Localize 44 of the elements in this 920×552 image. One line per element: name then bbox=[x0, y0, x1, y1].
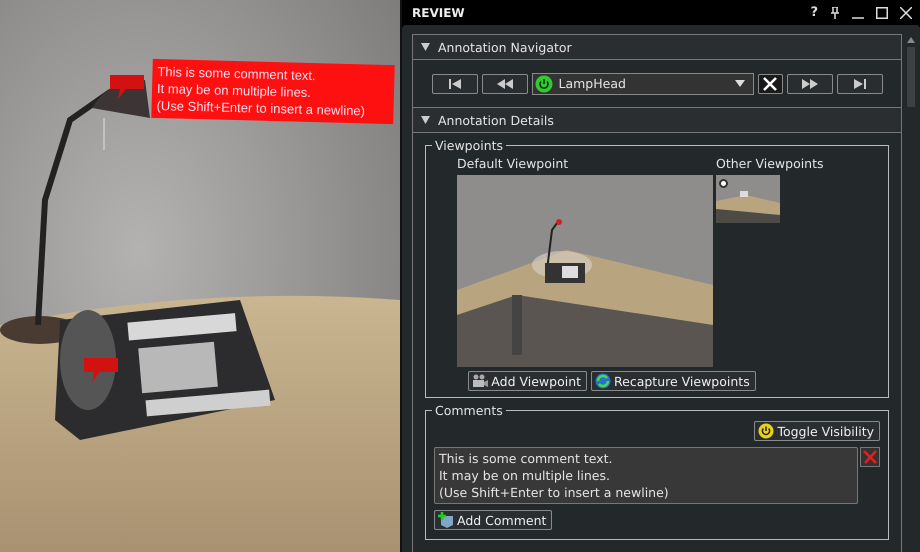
scrollbar-thumb[interactable] bbox=[907, 47, 915, 107]
first-button[interactable] bbox=[432, 74, 478, 94]
toggle-visibility-button[interactable]: Toggle Visibility bbox=[754, 421, 880, 441]
previous-button[interactable] bbox=[482, 74, 528, 94]
add-comment-icon bbox=[438, 512, 454, 528]
next-button[interactable] bbox=[786, 74, 832, 94]
recapture-viewpoints-button[interactable]: Recapture Viewpoints bbox=[591, 371, 756, 391]
delete-comment-button[interactable] bbox=[860, 447, 880, 467]
section-title: Annotation Details bbox=[438, 112, 554, 128]
panel-title: REVIEW bbox=[412, 6, 465, 20]
add-comment-button[interactable]: Add Comment bbox=[434, 510, 552, 530]
comment-field[interactable]: This is some comment text. It may be on multiple lines. (Use Shift+Enter to insert a newline) bbox=[434, 447, 858, 504]
comment-marker-icon[interactable] bbox=[110, 75, 144, 99]
viewpoint-thumbnail-drawing[interactable] bbox=[716, 175, 780, 223]
fast-forward-icon bbox=[800, 78, 818, 88]
power-icon[interactable] bbox=[534, 74, 552, 92]
close-icon bbox=[862, 449, 878, 465]
delete-annotation-button[interactable] bbox=[758, 74, 782, 94]
section-header[interactable]: Annotation Navigator bbox=[413, 35, 901, 60]
other-viewpoints-label: Other Viewpoints bbox=[716, 156, 824, 171]
maximize-icon[interactable] bbox=[876, 6, 888, 18]
close-icon bbox=[763, 76, 777, 90]
scroll-up-arrow-icon[interactable] bbox=[907, 37, 915, 43]
close-icon[interactable] bbox=[900, 6, 912, 18]
default-viewpoint-label: Default Viewpoint bbox=[457, 156, 570, 171]
rewind-icon bbox=[496, 78, 514, 88]
group-label: Viewpoints bbox=[432, 138, 506, 153]
collapse-triangle-icon[interactable] bbox=[421, 116, 430, 124]
power-icon bbox=[758, 423, 774, 439]
section-title: Annotation Navigator bbox=[438, 40, 572, 54]
skip-to-end-icon bbox=[852, 78, 866, 88]
last-button[interactable] bbox=[836, 74, 882, 94]
camera-icon bbox=[472, 374, 488, 388]
collapse-triangle-icon[interactable] bbox=[421, 43, 430, 51]
refresh-icon bbox=[595, 373, 612, 389]
dropdown-caret-icon bbox=[734, 80, 744, 87]
add-viewpoint-button[interactable]: Add Viewpoint bbox=[468, 371, 588, 391]
pin-icon[interactable] bbox=[830, 6, 840, 18]
help-button[interactable]: ? bbox=[810, 5, 818, 20]
skip-to-start-icon bbox=[448, 78, 462, 88]
annotation-dropdown[interactable]: LampHead bbox=[532, 72, 754, 94]
group-label: Comments bbox=[432, 403, 506, 418]
comment-marker-icon[interactable] bbox=[84, 358, 118, 382]
section-header[interactable]: Annotation Details bbox=[413, 108, 901, 133]
